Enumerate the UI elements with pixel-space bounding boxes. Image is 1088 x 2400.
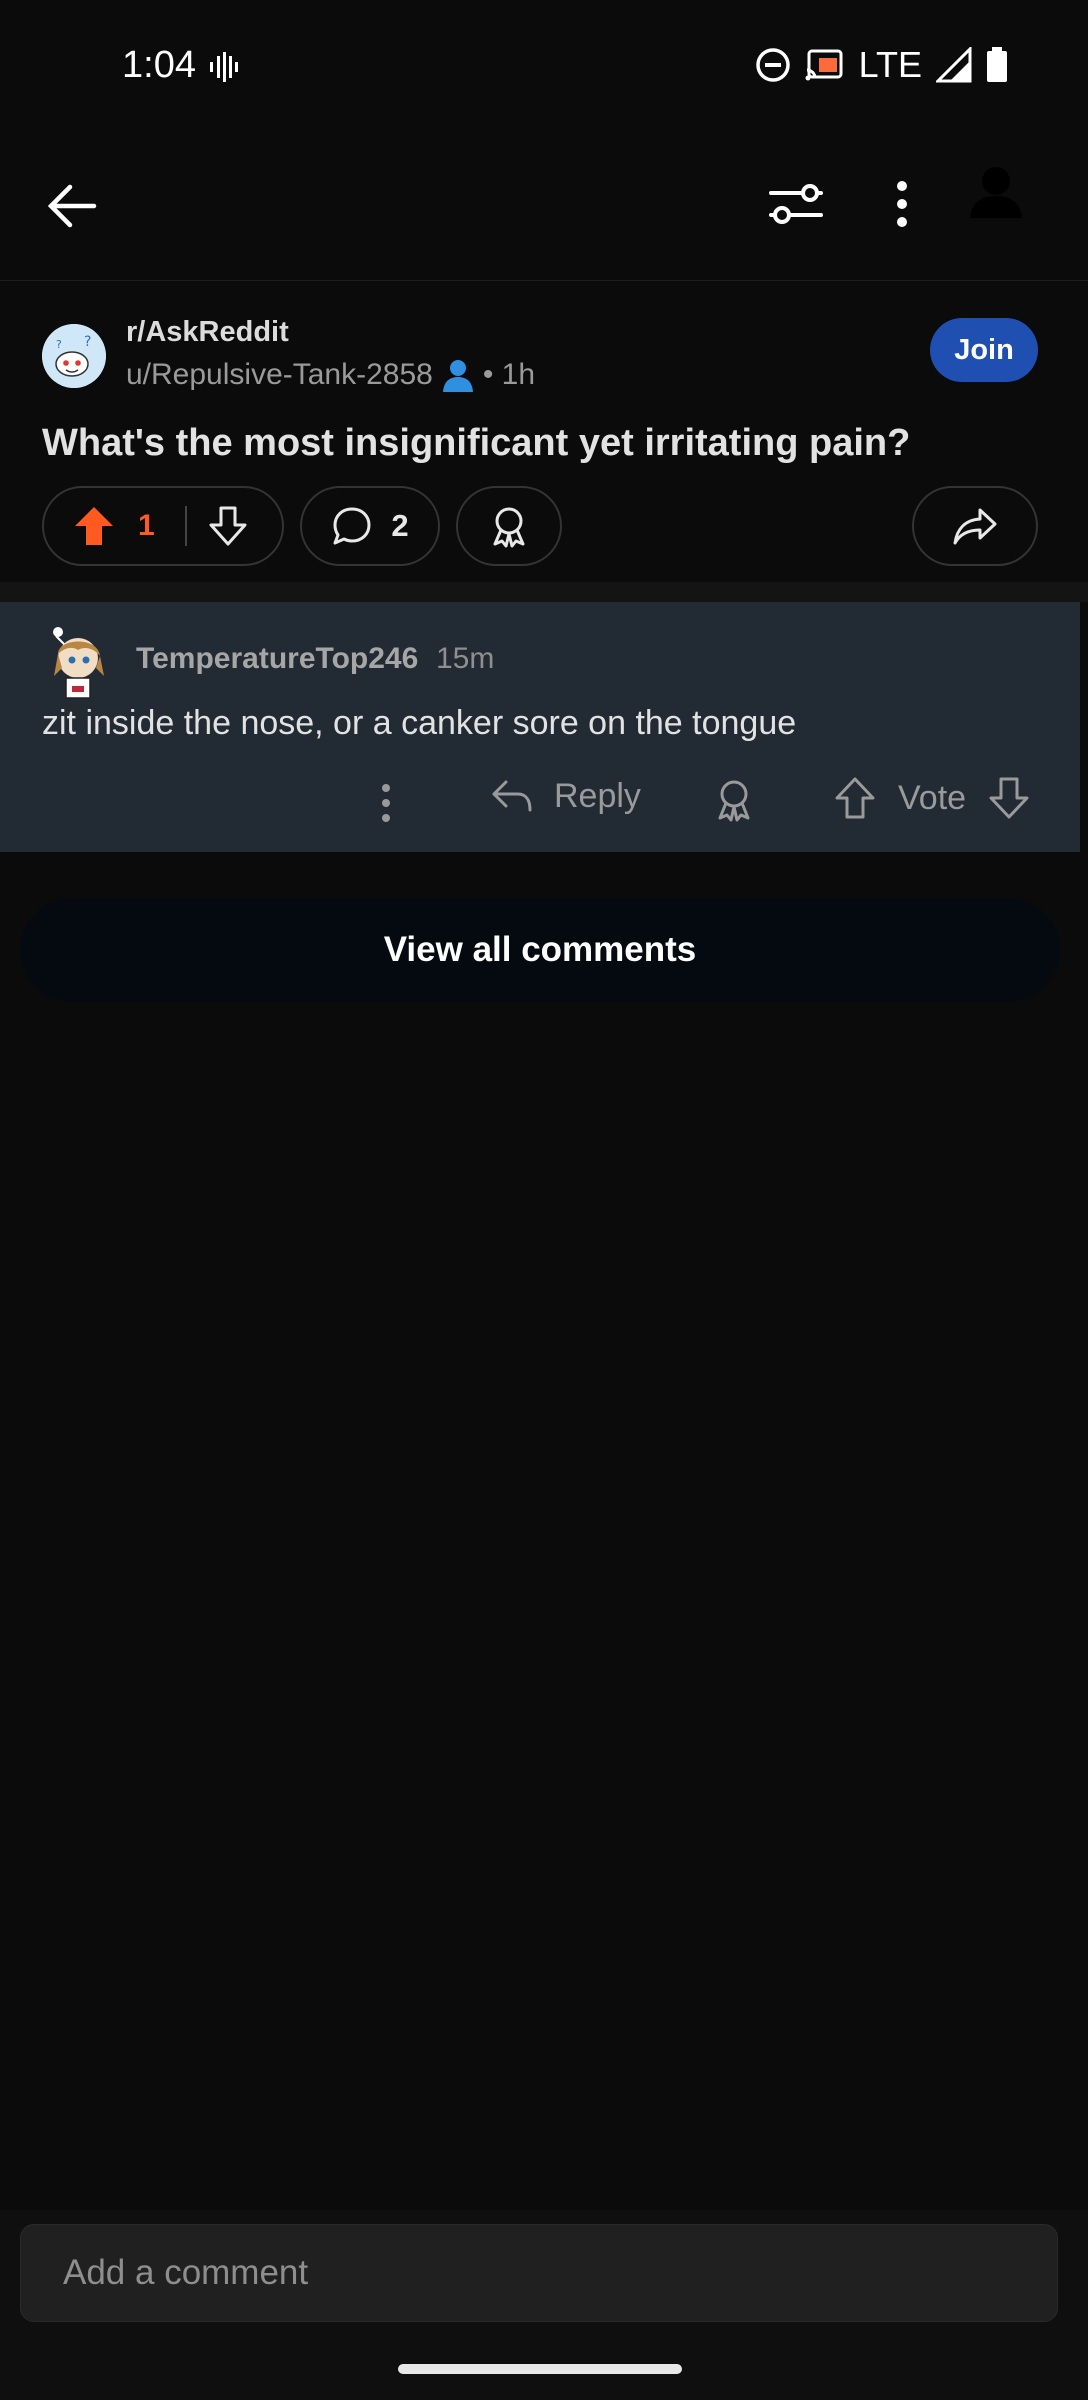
upvote-icon[interactable]: [72, 504, 116, 548]
add-comment-input[interactable]: Add a comment: [20, 2224, 1058, 2322]
user-silhouette-icon: [970, 167, 1022, 218]
comment-author[interactable]: TemperatureTop246: [136, 642, 418, 676]
subreddit-avatar[interactable]: ? ?: [42, 324, 106, 388]
snoo-icon: ? ?: [42, 324, 106, 388]
svg-text:?: ?: [56, 338, 62, 351]
post-actions: 1 2: [0, 486, 1088, 570]
sort-filter-button[interactable]: [764, 172, 828, 236]
vibrate-icon: [210, 52, 238, 82]
comment-more-button[interactable]: [368, 778, 404, 828]
more-vertical-icon: [897, 181, 907, 227]
user-profile-icon: [442, 360, 473, 392]
section-separator: [0, 582, 1088, 602]
join-button[interactable]: Join: [930, 318, 1038, 382]
vote-divider: [184, 506, 187, 546]
status-time: 1:04: [122, 44, 196, 86]
upvote-outline-icon[interactable]: [834, 776, 876, 820]
status-bar: 1:04 LTE: [0, 0, 1088, 130]
subreddit-name[interactable]: r/AskReddit: [126, 316, 289, 349]
reply-label: Reply: [554, 776, 641, 815]
reply-arrow-icon: [492, 780, 532, 812]
post-author[interactable]: u/Repulsive-Tank-2858: [126, 358, 433, 392]
award-icon: [493, 507, 525, 548]
bottom-bar: Add a comment: [0, 2210, 1088, 2400]
comment-award-button[interactable]: [712, 776, 756, 829]
share-button[interactable]: [912, 486, 1038, 566]
profile-avatar-button[interactable]: [960, 156, 1032, 228]
home-indicator[interactable]: [398, 2364, 682, 2374]
signal-icon: [936, 47, 972, 83]
cast-icon: [805, 49, 843, 81]
vote-group: 1: [42, 486, 284, 566]
do-not-disturb-icon: [755, 48, 790, 82]
comments-button[interactable]: 2: [300, 486, 440, 566]
downvote-outline-icon[interactable]: [988, 776, 1030, 820]
comment-count: 2: [391, 508, 409, 543]
back-button[interactable]: [40, 174, 104, 238]
vote-label: Vote: [898, 778, 967, 817]
view-all-comments-button[interactable]: View all comments: [20, 898, 1060, 1002]
commenter-avatar[interactable]: [44, 624, 110, 700]
top-app-bar: [0, 130, 1088, 281]
more-vertical-icon: [382, 784, 390, 822]
comment-actions: Reply Vote: [0, 768, 1080, 838]
comment-body: zit inside the nose, or a canker sore on…: [42, 704, 797, 742]
award-button[interactable]: [456, 486, 562, 566]
network-label: LTE: [858, 44, 922, 85]
more-options-button[interactable]: [870, 172, 934, 236]
svg-text:?: ?: [84, 334, 91, 350]
reply-button[interactable]: Reply: [490, 776, 641, 816]
comment-vote-group: Vote: [834, 776, 1030, 820]
arrow-left-icon: [47, 184, 97, 228]
filter-icon: [769, 184, 823, 224]
award-icon: [718, 780, 750, 822]
comment-bubble-icon: [333, 507, 371, 545]
share-icon: [953, 508, 997, 545]
downvote-icon[interactable]: [207, 505, 249, 547]
vote-count: 1: [138, 509, 155, 542]
comment-card[interactable]: TemperatureTop246 15m zit inside the nos…: [0, 602, 1080, 852]
comment-time: 15m: [436, 642, 495, 675]
battery-icon: [987, 47, 1007, 82]
post-title: What's the most insignificant yet irrita…: [42, 422, 911, 464]
post-age: • 1h: [482, 358, 536, 391]
